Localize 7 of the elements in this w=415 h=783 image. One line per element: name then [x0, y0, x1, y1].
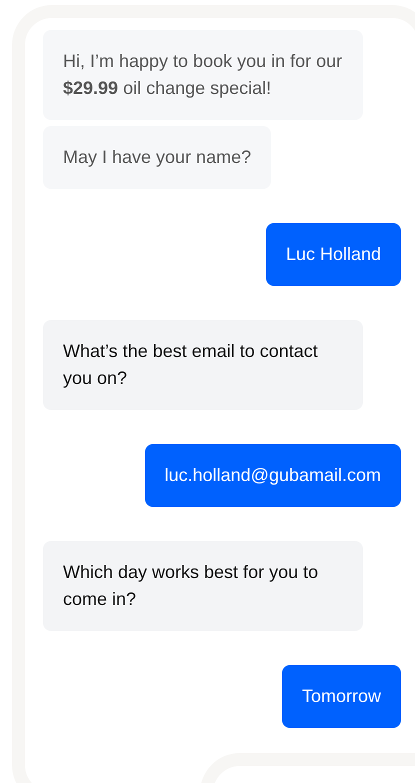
bot-message: Hi, I’m happy to book you in for our $29.99 oil change special!	[43, 30, 363, 120]
user-message: Luc Holland	[266, 223, 401, 286]
bot-message: What’s the best email to contact you on?	[43, 320, 363, 410]
user-message: luc.holland@gubamail.com	[144, 444, 401, 507]
bot-message: Which day works best for you to come in?	[43, 541, 363, 631]
user-message: Tomorrow	[282, 665, 401, 728]
bot-message: May I have your name?	[43, 126, 272, 189]
